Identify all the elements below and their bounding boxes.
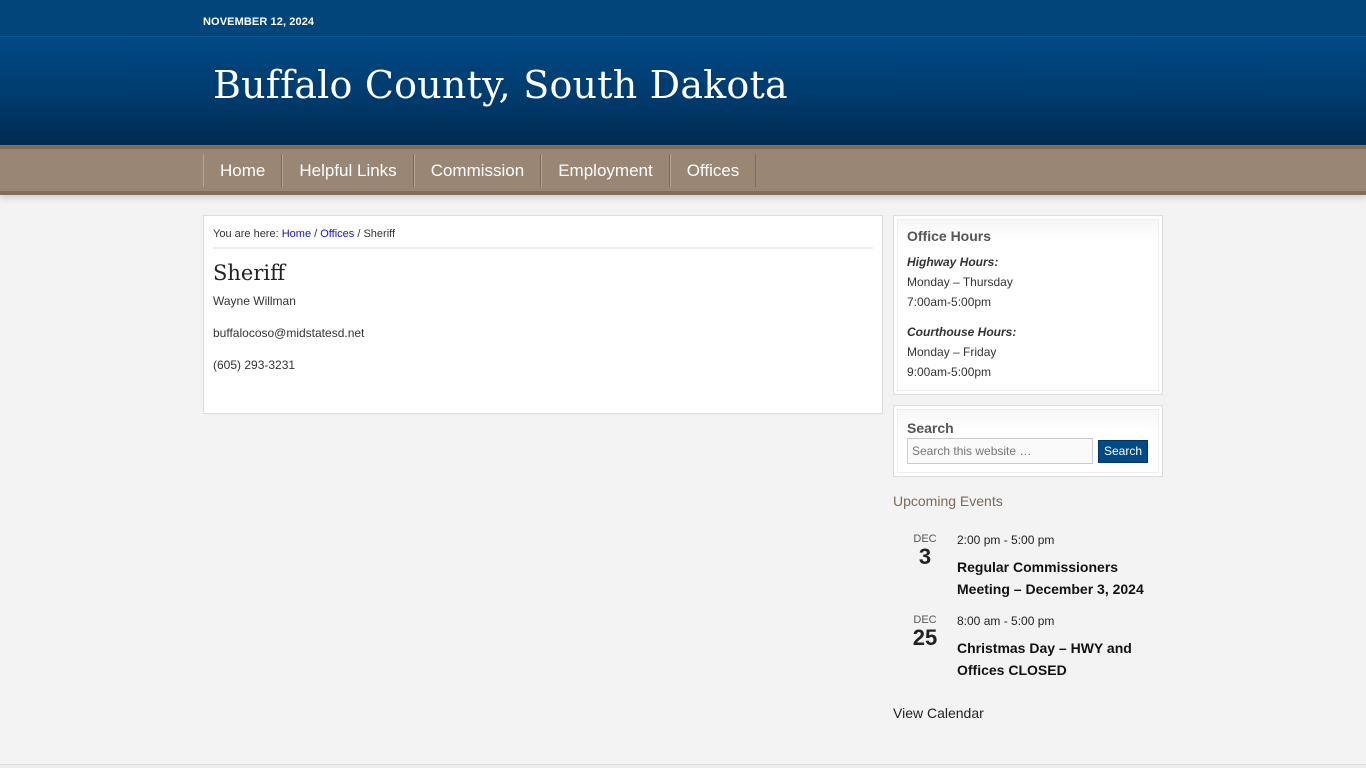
sheriff-name: Wayne Willman — [213, 294, 296, 308]
event-date: DEC 25 — [893, 614, 957, 681]
page-title: Sheriff — [213, 261, 286, 285]
sheriff-email: buffalocoso@midstatesd.net — [213, 326, 365, 340]
breadcrumb-current: Sheriff — [363, 228, 396, 240]
event-time: 8:00 am - 5:00 pm — [957, 614, 1055, 628]
event-item: DEC 25 8:00 am - 5:00 pm Christmas Day –… — [893, 614, 1163, 681]
event-title-link[interactable]: Regular Commissioners Meeting – December… — [957, 556, 1163, 600]
courthouse-hours-time: 9:00am-5:00pm — [907, 365, 992, 379]
top-bar: NOVEMBER 12, 2024 — [0, 0, 1366, 37]
content-panel: You are here: Home / Offices / Sheriff S… — [203, 215, 883, 414]
event-day: 25 — [912, 625, 938, 650]
site-header: Buffalo County, South Dakota — [0, 37, 1366, 145]
breadcrumb-separator: / — [314, 228, 318, 240]
breadcrumb: You are here: Home / Offices / Sheriff — [213, 228, 873, 249]
courthouse-hours-label: Courthouse Hours: — [907, 325, 1017, 339]
search-title: Search — [907, 420, 954, 436]
nav-item-helpful-links[interactable]: Helpful Links — [282, 154, 414, 187]
breadcrumb-home-link[interactable]: Home — [282, 228, 311, 240]
highway-hours-label: Highway Hours: — [907, 255, 999, 269]
highway-hours-time: 7:00am-5:00pm — [907, 295, 992, 309]
courthouse-hours-days: Monday – Friday — [907, 345, 997, 359]
search-widget: Search Search — [893, 405, 1163, 477]
office-hours-widget: Office Hours Highway Hours: Monday – Thu… — [893, 215, 1163, 395]
search-input[interactable] — [907, 438, 1093, 464]
search-button[interactable]: Search — [1098, 439, 1149, 463]
site-title[interactable]: Buffalo County, South Dakota — [213, 63, 1163, 107]
nav-item-employment[interactable]: Employment — [541, 154, 670, 187]
nav-item-commission[interactable]: Commission — [413, 154, 542, 187]
footer-divider — [0, 764, 1366, 768]
nav-item-home[interactable]: Home — [203, 154, 283, 187]
event-item: DEC 3 2:00 pm - 5:00 pm Regular Commissi… — [893, 533, 1163, 600]
highway-hours-days: Monday – Thursday — [907, 275, 1013, 289]
upcoming-events-title: Upcoming Events — [893, 493, 1003, 509]
sidebar: Office Hours Highway Hours: Monday – Thu… — [893, 215, 1163, 723]
breadcrumb-prefix: You are here: — [213, 228, 279, 240]
office-hours-title: Office Hours — [907, 228, 992, 244]
main-nav: Home Helpful Links Commission Employment… — [0, 145, 1366, 195]
entry-content: Wayne Willman buffalocoso@midstatesd.net… — [213, 294, 873, 372]
breadcrumb-separator: / — [357, 228, 361, 240]
event-title-link[interactable]: Christmas Day – HWY and Offices CLOSED — [957, 637, 1163, 681]
event-date: DEC 3 — [893, 533, 957, 600]
breadcrumb-offices-link[interactable]: Offices — [320, 228, 354, 240]
event-day: 3 — [918, 544, 932, 569]
current-date: NOVEMBER 12, 2024 — [203, 16, 315, 28]
view-calendar-link[interactable]: View Calendar — [893, 705, 984, 721]
event-time: 2:00 pm - 5:00 pm — [957, 533, 1055, 547]
sheriff-phone: (605) 293-3231 — [213, 358, 296, 372]
nav-item-offices[interactable]: Offices — [669, 154, 757, 187]
